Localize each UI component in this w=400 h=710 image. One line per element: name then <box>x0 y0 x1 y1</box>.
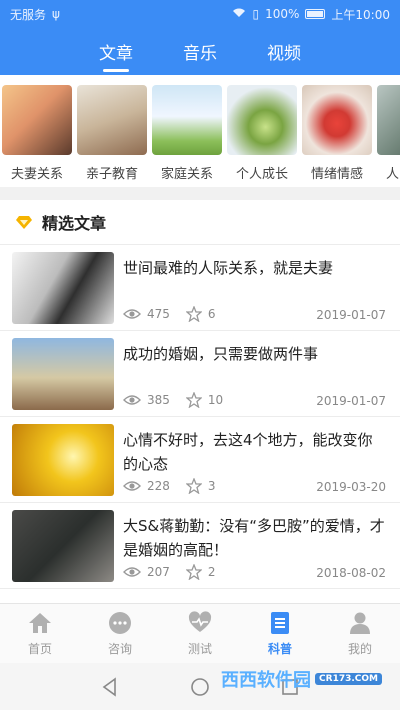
article-title: 大S&蒋勤勤：没有“多巴胺”的爱情，才是婚姻的高配！ <box>123 517 385 559</box>
category-growth[interactable]: 个人成长 <box>227 85 297 182</box>
nav-home[interactable]: 首页 <box>0 604 80 663</box>
eye-icon <box>123 567 141 577</box>
category-image <box>227 85 297 155</box>
article-date: 2018-08-02 <box>316 566 386 580</box>
view-count: 228 <box>147 479 170 493</box>
nav-test[interactable]: 测试 <box>160 604 240 663</box>
article-date: 2019-03-20 <box>316 480 386 494</box>
article-thumbnail <box>12 338 114 410</box>
nav-label: 咨询 <box>107 641 132 656</box>
nav-label: 科普 <box>267 641 292 656</box>
section-divider <box>0 187 400 200</box>
article-list: 世间最难的人际关系，就是夫妻 475 6 2019-01-07 成功的婚姻，只需… <box>0 245 400 589</box>
article-thumbnail <box>12 252 114 324</box>
article-item[interactable]: 大S&蒋勤勤：没有“多巴胺”的爱情，才是婚姻的高配！ 207 2 2018-08… <box>0 503 400 589</box>
category-emotion[interactable]: 情绪情感 <box>302 85 372 182</box>
watermark-text: 西西软件园 <box>221 670 312 691</box>
wifi-icon <box>232 7 246 21</box>
star-icon <box>185 478 202 494</box>
nav-label: 测试 <box>187 641 212 656</box>
category-label: 情绪情感 <box>310 167 363 182</box>
section-title: 精选文章 <box>42 214 107 233</box>
watermark-logo: 西西软件园 CR173.COM <box>221 666 382 692</box>
article-item[interactable]: 成功的婚姻，只需要做两件事 385 10 2019-01-07 <box>0 331 400 417</box>
nav-consult[interactable]: 咨询 <box>80 604 160 663</box>
heart-icon <box>188 610 212 632</box>
app-header: 无服务 ψ ▯ 100% 上午10:00 文章 音乐 视频 <box>0 0 400 75</box>
star-count: 6 <box>207 307 216 321</box>
eye-icon <box>123 481 141 491</box>
view-count: 475 <box>147 307 170 321</box>
category-label: 个人成长 <box>235 167 288 182</box>
time-text: 上午10:00 <box>331 7 390 22</box>
tab-video[interactable]: 视频 <box>267 33 301 70</box>
star-icon <box>185 306 202 322</box>
content-tabs: 文章 音乐 视频 <box>0 28 400 75</box>
battery-icon <box>305 9 326 19</box>
article-thumbnail <box>12 424 114 496</box>
category-label: 亲子教育 <box>85 167 138 182</box>
tab-articles[interactable]: 文章 <box>99 33 133 72</box>
nav-science[interactable]: 科普 <box>240 604 320 663</box>
eye-icon <box>123 309 141 319</box>
category-label: 家庭关系 <box>160 167 213 182</box>
category-image <box>2 85 72 155</box>
featured-section-header: 精选文章 <box>0 200 400 245</box>
bottom-navigation: 首页 咨询 测试 科普 我的 <box>0 603 400 663</box>
diamond-icon <box>16 216 32 229</box>
home-icon <box>29 612 51 633</box>
nav-label: 首页 <box>27 641 52 656</box>
category-couple[interactable]: 夫妻关系 <box>2 85 72 182</box>
back-icon[interactable] <box>100 676 120 697</box>
category-image <box>152 85 222 155</box>
view-count: 385 <box>147 393 170 407</box>
view-count: 207 <box>147 565 170 579</box>
article-item[interactable]: 心情不好时，去这4个地方，能改变你的心态 228 3 2019-03-20 <box>0 417 400 503</box>
category-label: 人际关系 <box>385 167 400 182</box>
category-family[interactable]: 家庭关系 <box>152 85 222 182</box>
nav-label: 我的 <box>347 641 372 656</box>
article-date: 2019-01-07 <box>316 394 386 408</box>
star-icon <box>185 392 202 408</box>
category-social[interactable]: 人际关系 <box>377 85 400 182</box>
sim-icon: ▯ <box>252 7 260 21</box>
category-image <box>377 85 400 155</box>
person-icon <box>350 612 370 634</box>
star-count: 3 <box>207 479 216 493</box>
star-icon <box>185 564 202 580</box>
star-count: 2 <box>207 565 216 579</box>
article-title: 成功的婚姻，只需要做两件事 <box>123 345 319 363</box>
star-count: 10 <box>207 393 224 407</box>
article-title: 世间最难的人际关系，就是夫妻 <box>123 259 334 277</box>
chat-icon <box>109 611 131 634</box>
battery-text: 100% <box>265 7 300 21</box>
eye-icon <box>123 395 141 405</box>
category-label: 夫妻关系 <box>10 167 63 182</box>
carrier-text: 无服务 <box>10 7 47 22</box>
category-parenting[interactable]: 亲子教育 <box>77 85 147 182</box>
category-image <box>77 85 147 155</box>
article-thumbnail <box>12 510 114 582</box>
category-image <box>302 85 372 155</box>
home-circle-icon[interactable] <box>190 677 210 697</box>
document-icon <box>271 611 289 634</box>
usb-icon: ψ <box>52 7 60 21</box>
nav-mine[interactable]: 我的 <box>320 604 400 663</box>
status-bar: 无服务 ψ ▯ 100% 上午10:00 <box>0 0 400 28</box>
category-scroller[interactable]: 夫妻关系 亲子教育 家庭关系 个人成长 情绪情感 人际关系 <box>0 75 400 187</box>
tab-music[interactable]: 音乐 <box>183 33 217 70</box>
article-date: 2019-01-07 <box>316 308 386 322</box>
article-title: 心情不好时，去这4个地方，能改变你的心态 <box>123 431 373 473</box>
article-item[interactable]: 世间最难的人际关系，就是夫妻 475 6 2019-01-07 <box>0 245 400 331</box>
watermark-subtext: CR173.COM <box>315 673 382 685</box>
